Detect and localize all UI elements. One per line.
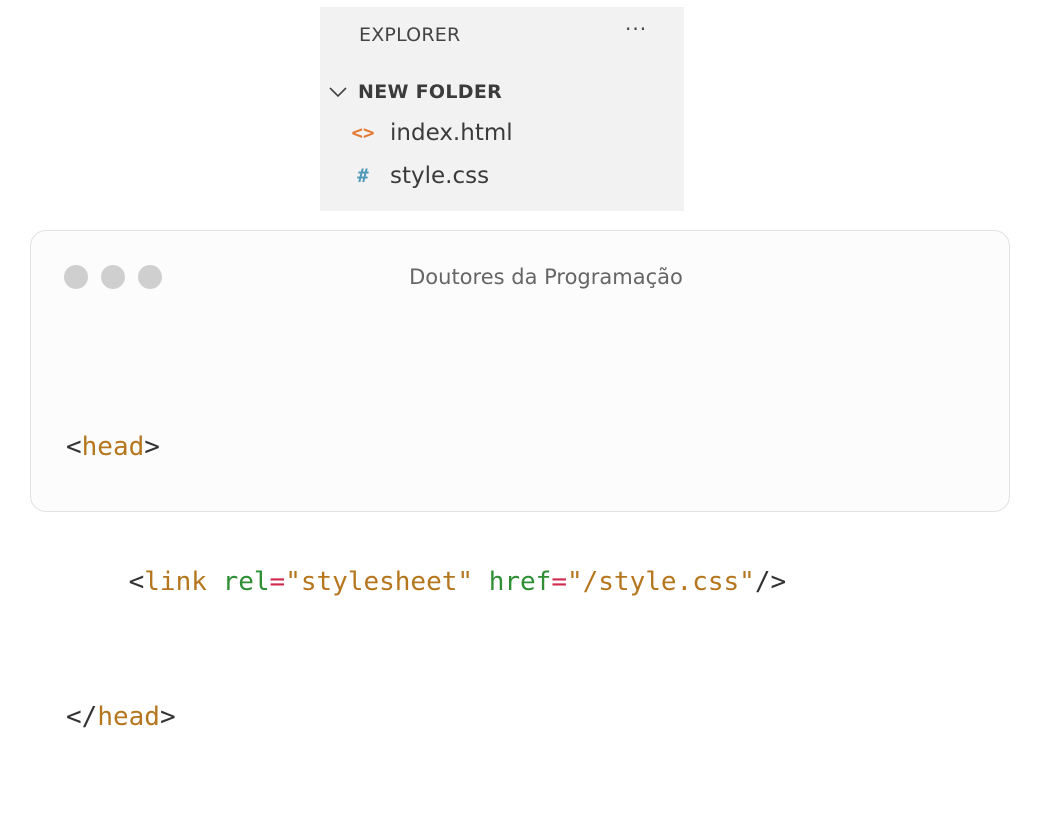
chevron-down-icon — [329, 87, 347, 98]
code-punct: </ — [66, 702, 98, 732]
code-attribute: rel — [222, 567, 270, 597]
html-file-icon: <> — [351, 122, 375, 144]
code-tag: head — [81, 432, 145, 462]
code-tag: link — [144, 567, 207, 597]
code-line-3: </head> — [66, 695, 786, 740]
css-file-icon: # — [357, 165, 369, 187]
folder-new-folder[interactable]: NEW FOLDER — [326, 79, 502, 105]
card-title: Doutores da Programação — [409, 265, 683, 289]
explorer-panel: EXPLORER ··· NEW FOLDER <> index.html # … — [320, 7, 684, 211]
code-string: "/style.css" — [566, 567, 755, 597]
file-item-index-html[interactable]: <> index.html — [348, 118, 513, 148]
code-punct: > — [159, 702, 176, 732]
code-line-1: <head> — [66, 425, 786, 470]
file-name: index.html — [390, 120, 513, 146]
code-string: "stylesheet" — [285, 567, 474, 597]
code-punct: < — [66, 432, 82, 462]
code-equals: = — [269, 567, 286, 597]
code-punct: < — [128, 567, 145, 597]
code-block: <head> <link rel="stylesheet" href="/sty… — [66, 335, 786, 830]
code-punct: > — [144, 432, 160, 462]
folder-name: NEW FOLDER — [358, 81, 503, 103]
code-attribute: href — [488, 567, 552, 597]
more-actions-icon[interactable]: ··· — [625, 17, 647, 41]
explorer-title: EXPLORER — [359, 24, 461, 46]
file-item-style-css[interactable]: # style.css — [348, 161, 489, 191]
code-card: Doutores da Programação <head> <link rel… — [30, 230, 1010, 732]
code-line-2: <link rel="stylesheet" href="/style.css"… — [66, 560, 787, 605]
code-tag: head — [97, 702, 160, 732]
file-name: style.css — [390, 163, 490, 189]
code-punct: /> — [754, 567, 787, 597]
code-equals: = — [551, 567, 567, 597]
